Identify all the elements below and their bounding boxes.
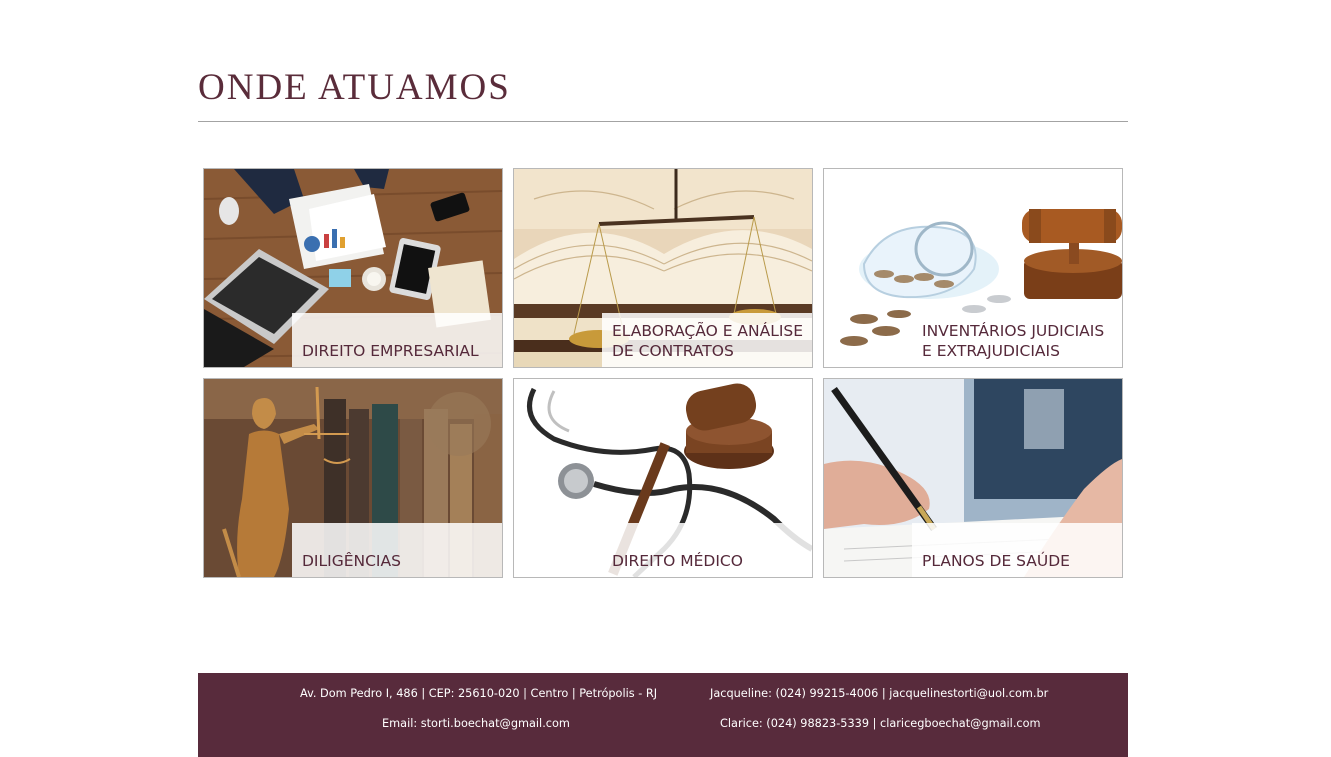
footer-address: Av. Dom Pedro I, 486 | CEP: 25610-020 | … (300, 687, 658, 700)
area-card-label-box: PLANOS DE SAÚDE (912, 523, 1122, 577)
area-card-label-box: ELABORAÇÃO E ANÁLISE DE CONTRATOS (602, 313, 812, 367)
area-card-title: ELABORAÇÃO E ANÁLISE DE CONTRATOS (612, 322, 804, 360)
area-card-label-box: DILIGÊNCIAS (292, 523, 502, 577)
area-card-label-box: DIREITO MÉDICO (602, 523, 812, 577)
area-card-label-box: DIREITO EMPRESARIAL (292, 313, 502, 367)
title-divider (198, 121, 1128, 122)
area-card-contratos[interactable]: ELABORAÇÃO E ANÁLISE DE CONTRATOS (513, 168, 813, 368)
footer-contact-clarice[interactable]: Clarice: (024) 98823-5339 | claricegboec… (720, 717, 1041, 730)
practice-areas-grid: DIREITO EMPRESARIAL ELABORAÇÃO E ANÁLISE… (203, 168, 1124, 578)
area-card-title: DILIGÊNCIAS (302, 552, 401, 570)
area-card-title: PLANOS DE SAÚDE (922, 552, 1070, 570)
area-card-planos-de-saude[interactable]: PLANOS DE SAÚDE (823, 378, 1123, 578)
area-card-direito-medico[interactable]: DIREITO MÉDICO (513, 378, 813, 578)
area-card-direito-empresarial[interactable]: DIREITO EMPRESARIAL (203, 168, 503, 368)
footer-contact-jacqueline[interactable]: Jacqueline: (024) 99215-4006 | jacquelin… (710, 687, 1048, 700)
page: ONDE ATUAMOS DIREITO EMPRESARIAL ELABORA… (0, 0, 1331, 757)
area-card-inventarios[interactable]: INVENTÁRIOS JUDICIAIS E EXTRAJUDICIAIS (823, 168, 1123, 368)
footer-email[interactable]: Email: storti.boechat@gmail.com (382, 717, 570, 730)
area-card-label-box: INVENTÁRIOS JUDICIAIS E EXTRAJUDICIAIS (912, 313, 1122, 367)
area-card-diligencias[interactable]: DILIGÊNCIAS (203, 378, 503, 578)
area-card-title: DIREITO EMPRESARIAL (302, 342, 479, 360)
section-title: ONDE ATUAMOS (198, 67, 511, 108)
footer: Av. Dom Pedro I, 486 | CEP: 25610-020 | … (198, 673, 1128, 757)
area-card-title: DIREITO MÉDICO (612, 552, 743, 570)
area-card-title: INVENTÁRIOS JUDICIAIS E EXTRAJUDICIAIS (922, 322, 1105, 360)
